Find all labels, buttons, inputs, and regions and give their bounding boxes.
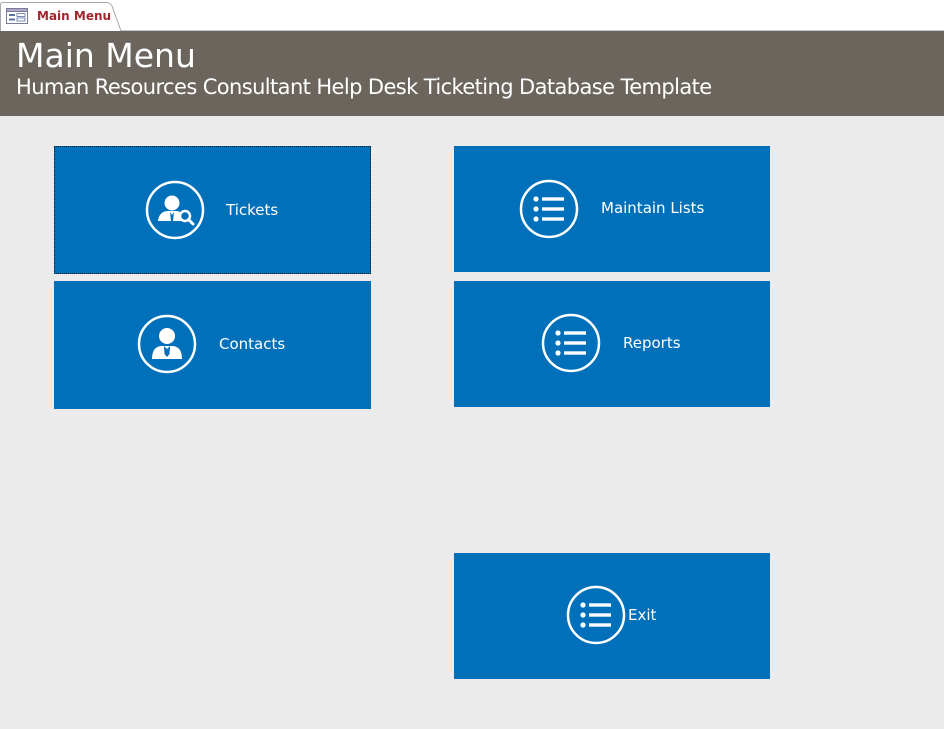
document-tab-bar: Main Menu [0,0,944,32]
reports-button[interactable]: Reports [454,281,770,407]
form-header: Main Menu Human Resources Consultant Hel… [0,31,944,116]
exit-button[interactable]: Exit [454,553,770,679]
user-search-icon [145,180,205,240]
list-icon [566,585,626,645]
tab-main-menu[interactable]: Main Menu [0,2,122,32]
list-icon [519,179,579,239]
reports-label: Reports [623,334,681,352]
tickets-button[interactable]: Tickets [54,146,371,274]
form-icon [6,8,28,24]
maintain-lists-button[interactable]: Maintain Lists [454,146,770,272]
tickets-label: Tickets [226,201,279,219]
maintain-lists-label: Maintain Lists [601,199,705,217]
contacts-button[interactable]: Contacts [54,281,371,409]
page-title: Main Menu [16,36,196,75]
tab-label: Main Menu [37,9,112,23]
user-tie-icon [137,314,197,374]
exit-label: Exit [628,606,657,624]
page-subtitle: Human Resources Consultant Help Desk Tic… [16,75,712,99]
contacts-label: Contacts [219,335,286,353]
list-icon [541,313,601,373]
